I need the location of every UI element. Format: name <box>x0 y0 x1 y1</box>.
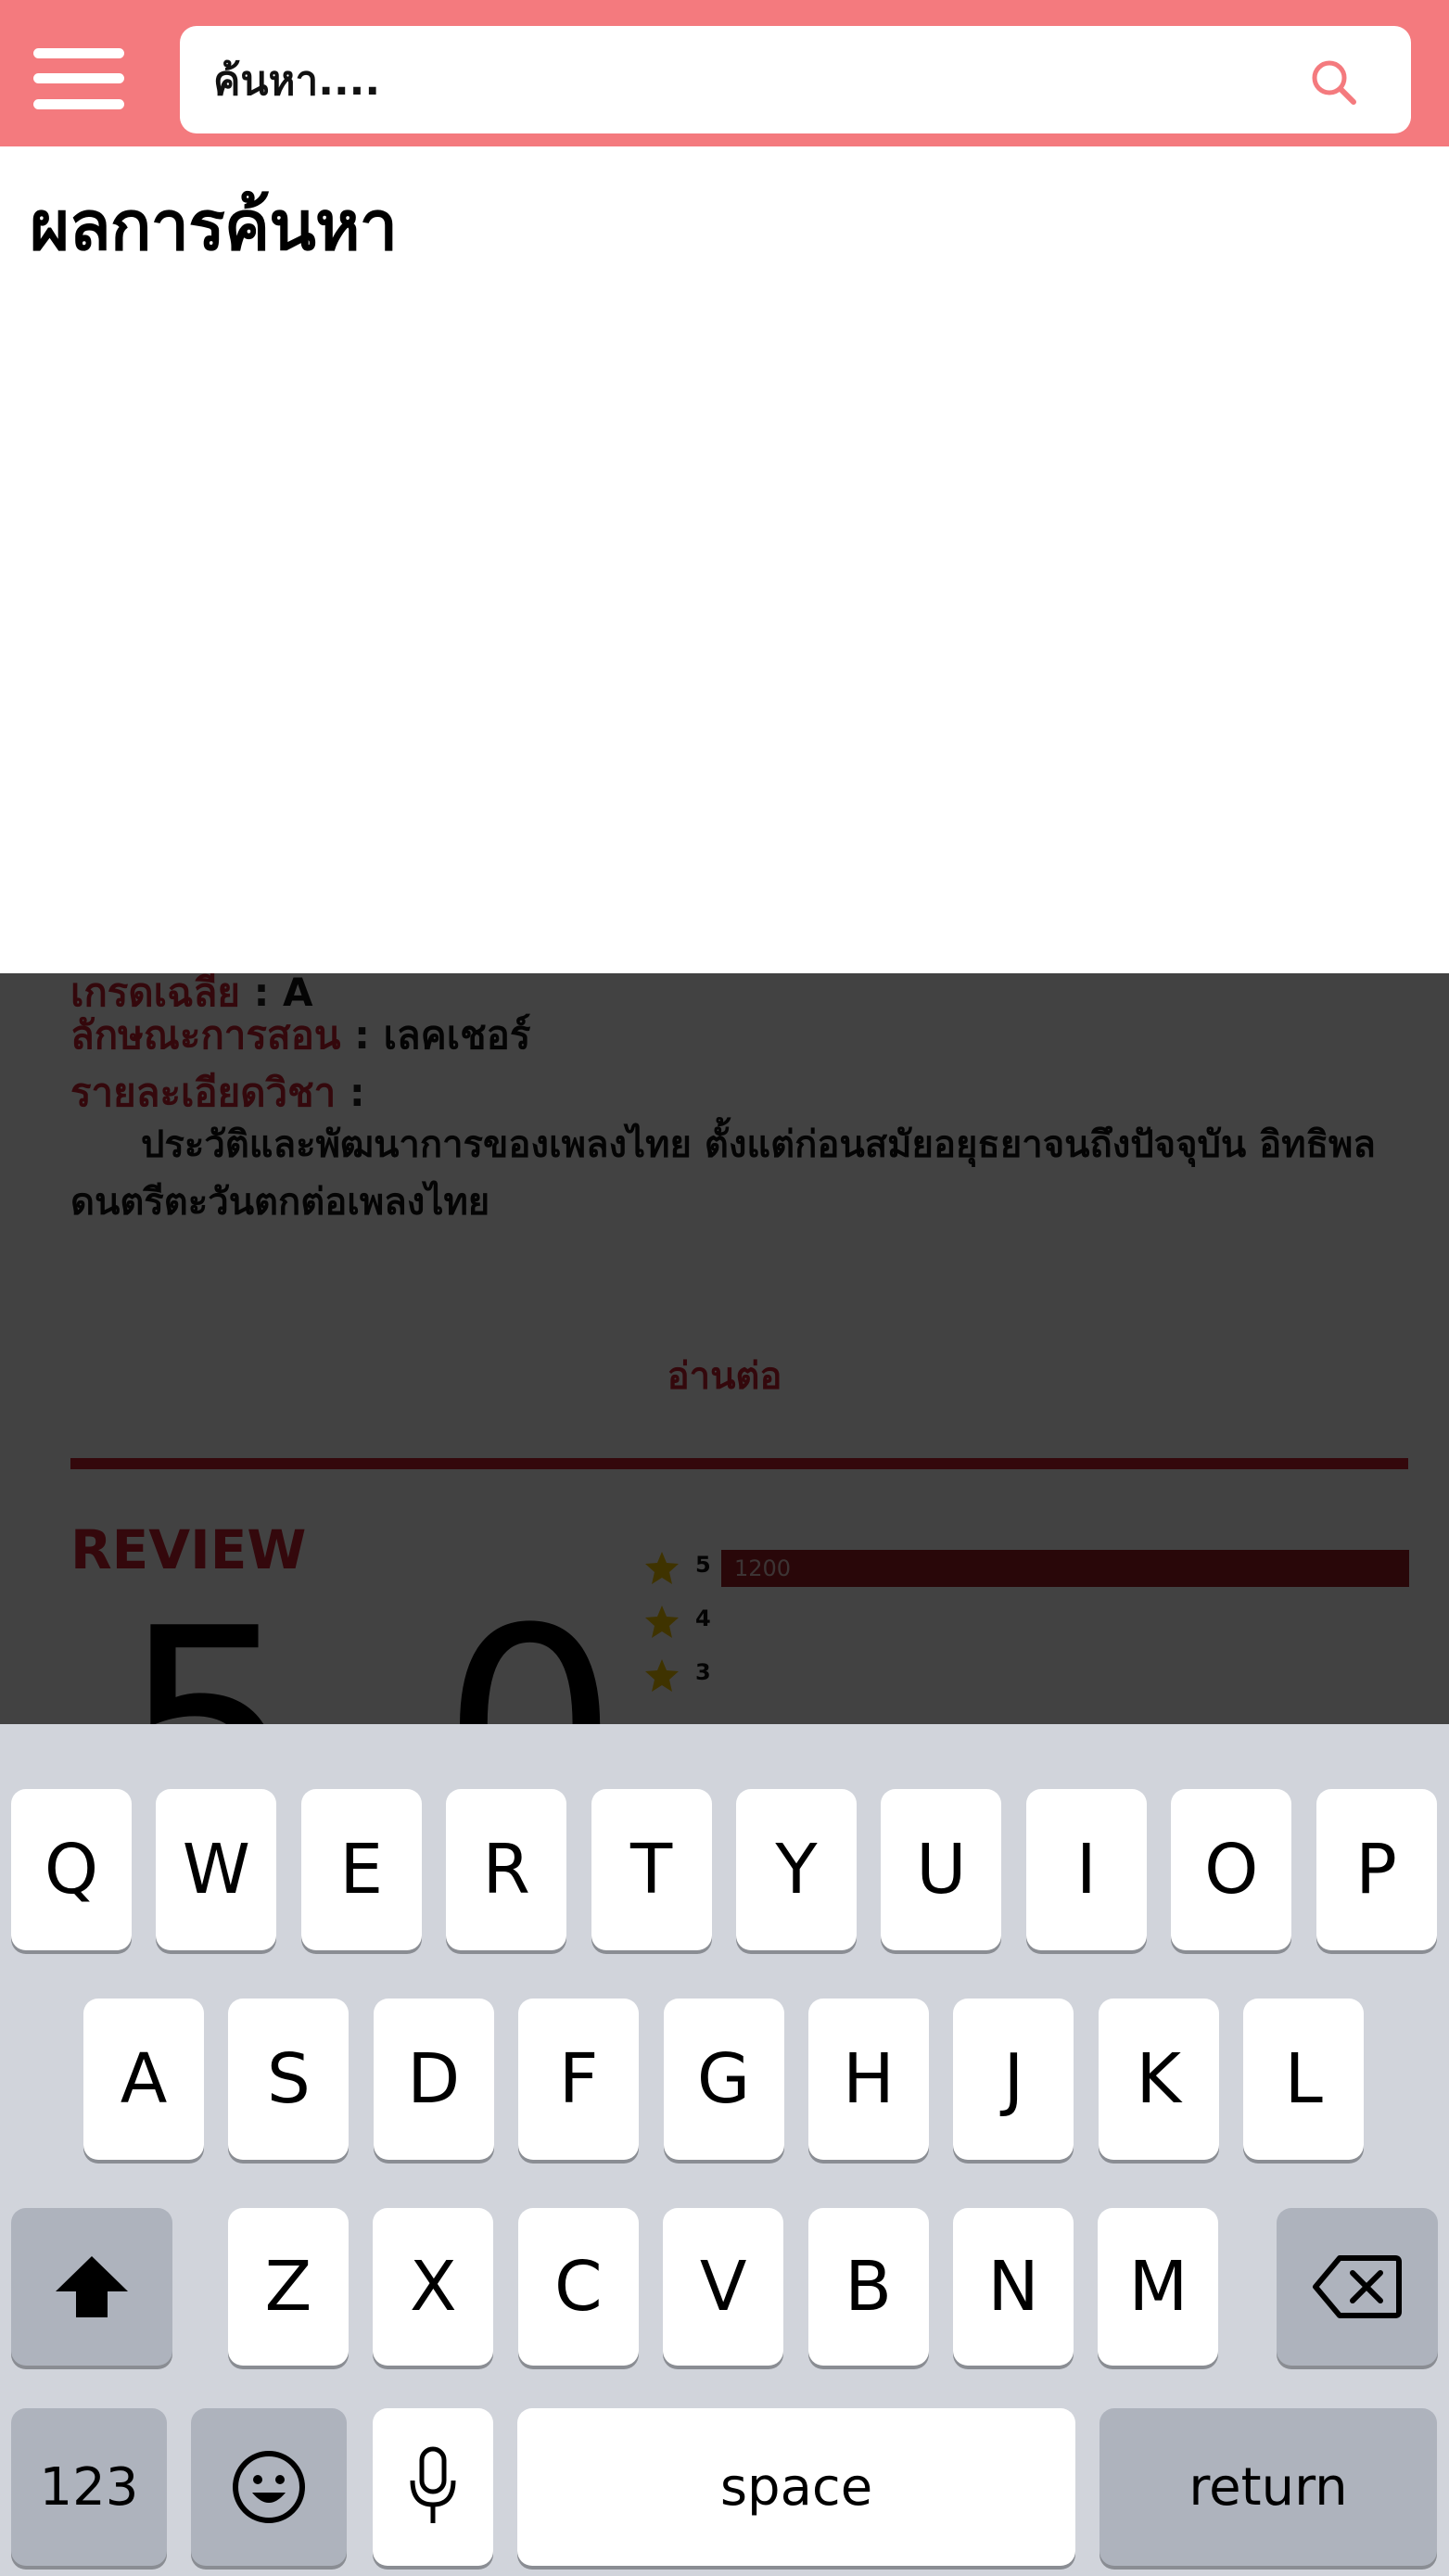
key-x[interactable]: X <box>373 2208 494 2366</box>
rating-row: 4 <box>643 1604 1409 1641</box>
key-k[interactable]: K <box>1098 1999 1219 2160</box>
teaching-value: เลคเชอร์ <box>383 1012 531 1058</box>
key-v[interactable]: V <box>663 2208 784 2366</box>
key-w[interactable]: W <box>156 1789 277 1950</box>
rating-star-count: 5 <box>695 1552 711 1578</box>
rating-row: 3 <box>643 1657 1409 1694</box>
star-icon <box>645 1659 679 1692</box>
page-title: ผลการค้นหา <box>30 186 398 266</box>
key-l[interactable]: L <box>1243 1999 1365 2160</box>
average-score: 5.0 <box>121 1593 646 1725</box>
numbers-key[interactable]: 123 <box>11 2408 167 2566</box>
key-t[interactable]: T <box>591 1789 712 1950</box>
rating-bar: 1200 <box>721 1550 1409 1587</box>
key-g[interactable]: G <box>663 1999 784 2160</box>
backspace-icon <box>1313 2255 1402 2318</box>
teaching-row: ลักษณะการสอน : เลคเชอร์ <box>70 1005 530 1066</box>
key-r[interactable]: R <box>446 1789 567 1950</box>
key-q[interactable]: Q <box>11 1789 132 1950</box>
key-z[interactable]: Z <box>228 2208 349 2366</box>
emoji-key[interactable] <box>191 2408 347 2566</box>
key-h[interactable]: H <box>808 1999 929 2160</box>
key-s[interactable]: S <box>228 1999 350 2160</box>
key-p[interactable]: P <box>1316 1789 1437 1950</box>
key-j[interactable]: J <box>953 1999 1074 2160</box>
microphone-icon <box>410 2446 456 2523</box>
space-key[interactable]: space <box>517 2408 1075 2566</box>
key-o[interactable]: O <box>1171 1789 1292 1950</box>
key-f[interactable]: F <box>518 1999 640 2160</box>
rating-row: 5 1200 <box>643 1550 1409 1587</box>
course-detail: เกรดเฉลี่ย : A ลักษณะการสอน : เลคเชอร์ ร… <box>0 973 1449 1724</box>
key-b[interactable]: B <box>807 2208 929 2366</box>
on-screen-keyboard: QWERTYUIOP ASDFGHJKL ZXCVBNM 123 space r… <box>0 1724 1449 2576</box>
shift-icon <box>56 2256 128 2317</box>
rating-bar-count: 1200 <box>734 1555 792 1581</box>
key-y[interactable]: Y <box>736 1789 857 1950</box>
top-bar <box>0 0 1449 146</box>
key-a[interactable]: A <box>83 1999 204 2160</box>
detail-label: รายละเอียดวิชา <box>70 1070 337 1115</box>
rating-star-count: 4 <box>695 1605 711 1631</box>
star-icon <box>645 1605 679 1638</box>
key-n[interactable]: N <box>953 2208 1074 2366</box>
menu-icon[interactable] <box>33 44 124 113</box>
detail-row: รายละเอียดวิชา : <box>70 1062 365 1123</box>
backspace-key[interactable] <box>1277 2208 1438 2366</box>
key-c[interactable]: C <box>517 2208 639 2366</box>
search-icon[interactable] <box>1309 57 1359 108</box>
key-e[interactable]: E <box>300 1789 422 1950</box>
divider <box>70 1458 1408 1469</box>
teaching-separator: : <box>354 1012 370 1058</box>
key-i[interactable]: I <box>1025 1789 1147 1950</box>
rating-bar-fill <box>721 1550 1409 1587</box>
key-u[interactable]: U <box>881 1789 1002 1950</box>
detail-separator: : <box>349 1070 365 1115</box>
return-key[interactable]: return <box>1099 2408 1437 2566</box>
key-m[interactable]: M <box>1098 2208 1219 2366</box>
microphone-key[interactable] <box>373 2408 493 2566</box>
rating-star-count: 3 <box>695 1659 711 1685</box>
search-input[interactable] <box>211 44 1281 117</box>
search-bar <box>180 26 1411 133</box>
teaching-label: ลักษณะการสอน <box>70 1012 341 1058</box>
emoji-icon <box>233 2451 305 2523</box>
read-more-link[interactable]: อ่านต่อ <box>0 1346 1449 1405</box>
course-description: ประวัติและพัฒนาการของเพลงไทย ตั้งแต่ก่อน… <box>70 1123 1376 1224</box>
star-icon <box>645 1552 679 1584</box>
key-d[interactable]: D <box>373 1999 494 2160</box>
shift-key[interactable] <box>11 2208 172 2366</box>
